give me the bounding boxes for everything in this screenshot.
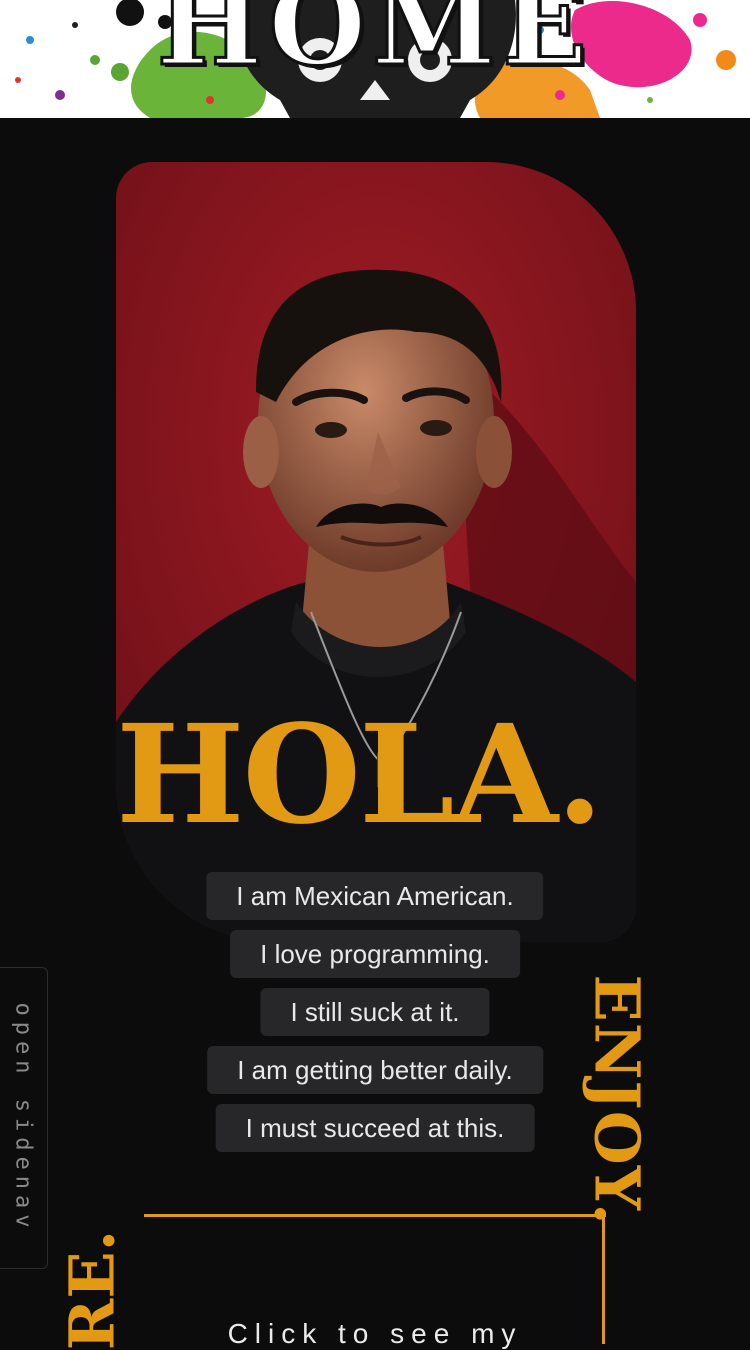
statement-item: I am Mexican American. <box>206 872 544 920</box>
statement-item: I love programming. <box>230 930 520 978</box>
hero-headline: HOLA. <box>116 695 603 855</box>
accent-divider-horizontal <box>144 1214 606 1217</box>
see-more-link[interactable]: Click to see my <box>0 1318 750 1350</box>
enjoy-text: ENJOY. <box>580 974 654 1226</box>
open-sidenav-button[interactable]: open sidenav <box>0 967 48 1269</box>
header-banner: HOME <box>0 0 750 118</box>
sidenav-label: open sidenav <box>10 1002 36 1234</box>
statement-item: I must succeed at this. <box>215 1104 535 1152</box>
statement-item: I am getting better daily. <box>207 1046 543 1094</box>
page-title: HOME <box>155 0 594 91</box>
statement-item: I still suck at it. <box>260 988 490 1036</box>
